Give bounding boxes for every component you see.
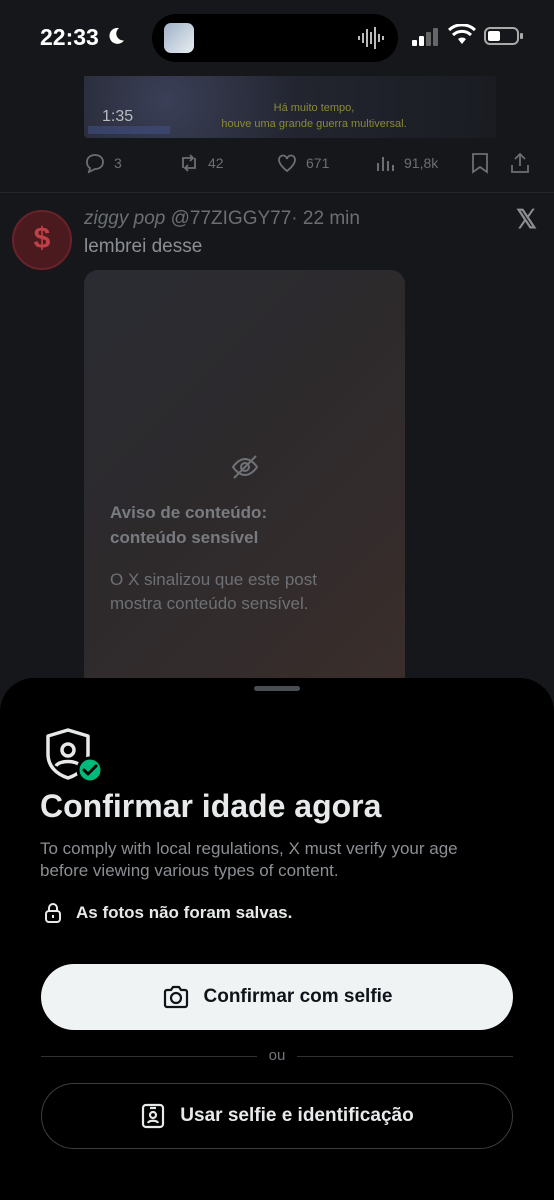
share-icon[interactable] [510,152,530,174]
x-logo-icon: 𝕏 [516,204,537,234]
reply-button[interactable]: 3 [84,152,122,174]
cellular-signal-icon [412,28,438,46]
avatar-letter: $ [33,222,51,255]
author-name[interactable]: ziggy pop [84,208,165,229]
audio-waveform-icon [358,27,384,49]
moon-icon [109,27,124,44]
wifi-icon [448,24,476,44]
bookmark-icon[interactable] [470,152,490,174]
heart-icon [278,154,296,173]
avatar[interactable]: $ [12,210,72,270]
feed-divider [0,192,554,193]
content-warning-text-line-2: mostra conteúdo sensível. [110,594,309,613]
status-time: 22:33 [40,24,99,50]
age-verification-sheet: Confirmar idade agora To comply with loc… [0,678,554,1200]
video-subtitle-line-2: houve uma grande guerra multiversal. [221,118,407,130]
reply-count: 3 [114,155,122,171]
video-watermark [88,126,170,134]
id-card-icon [142,1103,165,1129]
tweet-header: ziggy pop @77ZIGGY77· 22 min [84,208,360,230]
video-subtitle-line-1: Há muito tempo, [273,102,355,114]
or-separator: ou [41,1044,513,1068]
tweet-actions: 3 42 671 91,8k [84,152,529,180]
or-label: ou [268,1047,286,1064]
privacy-note: As fotos não foram salvas. [42,902,292,924]
content-warning-title-line-1: Aviso de conteúdo: [110,503,268,522]
content-warning-text: O X sinalizou que este post mostra conte… [110,568,380,616]
now-playing-thumbnail [164,23,194,53]
tweet-text: lembrei desse [84,236,203,257]
confirm-with-selfie-label: Confirmar com selfie [203,986,393,1007]
verified-identity-shield-icon [46,728,104,784]
views-count: 91,8k [404,155,439,171]
like-count: 671 [306,155,330,171]
analytics-icon [377,157,394,171]
sheet-title: Confirmar idade agora [40,788,382,824]
author-handle[interactable]: @77ZIGGY77 [171,208,292,229]
views-button[interactable]: 91,8k [374,152,438,174]
video-duration: 1:35 [102,108,134,125]
content-warning-title: Aviso de conteúdo: conteúdo sensível [110,500,370,550]
content-warning-text-line-1: O X sinalizou que este post [110,570,317,589]
dynamic-island[interactable] [152,14,398,62]
selfie-and-id-button[interactable]: Usar selfie e identificação [41,1083,513,1149]
repost-button[interactable]: 42 [178,152,224,174]
lock-icon [45,903,61,923]
repost-icon [182,154,196,172]
sheet-description: To comply with local regulations, X must… [40,839,458,880]
reply-icon [86,154,104,174]
battery-icon [484,27,523,45]
like-button[interactable]: 671 [276,152,329,174]
video-subtitle: Há muito tempo, houve uma grande guerra … [204,100,424,132]
eye-off-icon [231,455,259,479]
tweet-time: · 22 min [291,208,360,229]
camera-icon [163,985,188,1009]
confirm-with-selfie-button[interactable]: Confirmar com selfie [41,964,513,1030]
sheet-grabber-handle[interactable] [254,686,300,691]
privacy-note-text: As fotos não foram salvas. [76,903,293,922]
selfie-and-id-label: Usar selfie e identificação [180,1105,414,1126]
repost-count: 42 [208,155,224,171]
sensitive-media[interactable]: Aviso de conteúdo: conteúdo sensível O X… [84,270,405,690]
content-warning-title-line-2: conteúdo sensível [110,528,259,547]
status-bar: 22:33 [0,0,554,76]
